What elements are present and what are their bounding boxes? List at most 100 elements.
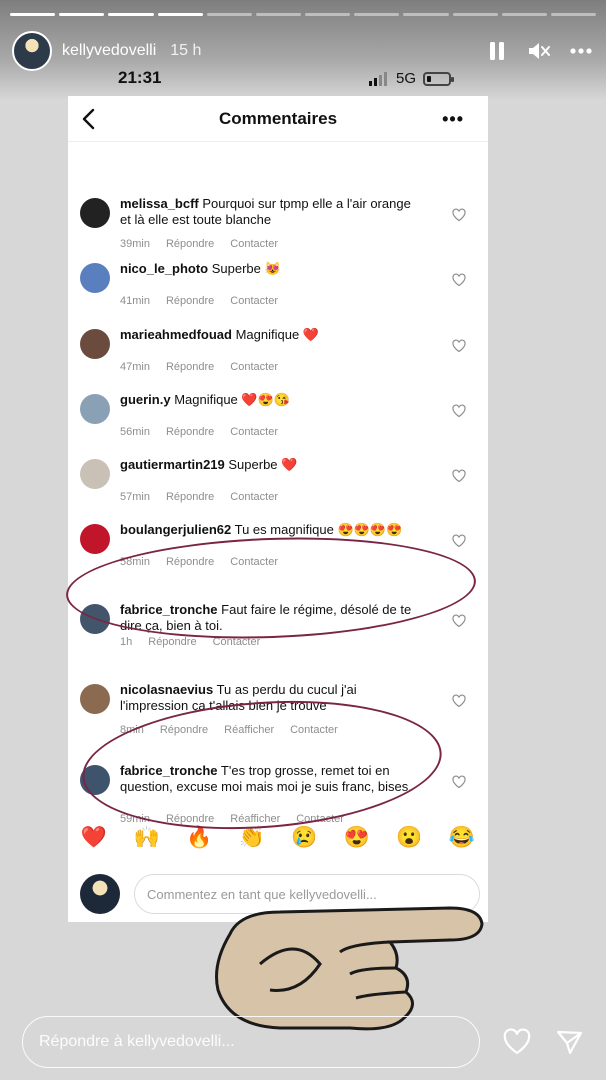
comment-avatar[interactable]	[80, 329, 110, 359]
phone-status-bar: 21:31 5G	[0, 66, 606, 92]
comment-meta: 8min Répondre Réafficher Contacter	[120, 724, 338, 736]
comment-body: Tu es magnifique 😍😍😍😍	[231, 522, 403, 537]
comment-action-contacter[interactable]: Contacter	[230, 295, 278, 307]
comment-action-repondre[interactable]: Répondre	[166, 238, 214, 250]
signal-icon	[369, 72, 387, 86]
like-heart-icon[interactable]	[452, 534, 466, 548]
comment-avatar[interactable]	[80, 604, 110, 634]
comment-action-contacter[interactable]: Contacter	[230, 361, 278, 373]
comment-composer	[80, 872, 480, 916]
like-heart-icon[interactable]	[452, 339, 466, 353]
like-heart-icon[interactable]	[452, 404, 466, 418]
reaction-emoji[interactable]: 😂	[448, 826, 476, 850]
reaction-emoji[interactable]: 🔥	[185, 826, 213, 850]
reaction-emoji[interactable]: ❤️	[80, 826, 108, 850]
like-heart-icon[interactable]	[452, 694, 466, 708]
comment-time: 47min	[120, 361, 150, 373]
like-heart-icon[interactable]	[452, 469, 466, 483]
comment-text: melissa_bcff Pourquoi sur tpmp elle a l'…	[120, 196, 420, 228]
reply-actions	[502, 1027, 584, 1057]
pause-icon[interactable]	[486, 40, 508, 62]
comment-username[interactable]: marieahmedfouad	[120, 327, 232, 342]
reaction-emoji[interactable]: 👏	[238, 826, 266, 850]
comment-username[interactable]: melissa_bcff	[120, 196, 199, 211]
progress-segment	[59, 13, 105, 16]
network-label: 5G	[396, 70, 417, 87]
reaction-emoji[interactable]: 😍	[343, 826, 371, 850]
reaction-emoji[interactable]: 🙌	[133, 826, 161, 850]
comment-action-contacter[interactable]: Contacter	[290, 724, 338, 736]
quick-reactions: ❤️ 🙌 🔥 👏 😢 😍 😮 😂	[68, 826, 488, 850]
more-icon[interactable]: •••	[442, 109, 464, 130]
comment-avatar[interactable]	[80, 684, 110, 714]
comment-text: nico_le_photo Superbe 😻	[120, 261, 420, 277]
progress-segment	[550, 13, 597, 16]
comment-action-contacter[interactable]: Contacter	[213, 636, 261, 648]
story-username[interactable]: kellyvedovelli	[62, 42, 156, 60]
comment-avatar[interactable]	[80, 524, 110, 554]
mute-icon[interactable]	[528, 40, 550, 62]
reply-input[interactable]	[22, 1016, 480, 1068]
comment-action-contacter[interactable]: Contacter	[230, 238, 278, 250]
comment-avatar[interactable]	[80, 263, 110, 293]
comment-action-repondre[interactable]: Répondre	[166, 556, 214, 568]
like-heart-icon[interactable]	[452, 775, 466, 789]
comment-action-repondre[interactable]: Répondre	[166, 295, 214, 307]
like-heart-icon[interactable]	[452, 208, 466, 222]
comment-time: 41min	[120, 295, 150, 307]
comment-time: 1h	[120, 636, 133, 648]
comment-username[interactable]: guerin.y	[120, 392, 171, 407]
comment-row: boulangerjulien62 Tu es magnifique 😍😍😍😍 5…	[68, 520, 488, 600]
comment-time: 56min	[120, 426, 150, 438]
comment-action-contacter[interactable]: Contacter	[230, 556, 278, 568]
comment-action-reafficher[interactable]: Réafficher	[230, 813, 280, 825]
back-arrow-icon[interactable]	[80, 108, 100, 130]
comment-username[interactable]: nicolasnaevius	[120, 682, 213, 697]
heart-icon[interactable]	[502, 1027, 532, 1057]
comment-avatar[interactable]	[80, 765, 110, 795]
comment-username[interactable]: nico_le_photo	[120, 261, 208, 276]
comment-input[interactable]	[134, 874, 480, 914]
comment-username[interactable]: boulangerjulien62	[120, 522, 231, 537]
comment-action-repondre[interactable]: Répondre	[166, 426, 214, 438]
comment-action-contacter[interactable]: Contacter	[230, 491, 278, 503]
reaction-emoji[interactable]: 😢	[290, 826, 318, 850]
comment-time: 57min	[120, 491, 150, 503]
progress-segment	[354, 13, 400, 16]
story-reply-bar	[22, 1016, 592, 1068]
comment-username[interactable]: fabrice_tronche	[120, 602, 218, 617]
comment-action-contacter[interactable]: Contacter	[230, 426, 278, 438]
comment-text: guerin.y Magnifique ❤️😍😘	[120, 392, 420, 408]
comment-action-repondre[interactable]: Répondre	[160, 724, 208, 736]
comment-meta: 56min Répondre Contacter	[120, 426, 278, 438]
comment-action-reafficher[interactable]: Réafficher	[224, 724, 274, 736]
comment-action-repondre[interactable]: Répondre	[166, 361, 214, 373]
comment-text: nicolasnaevius Tu as perdu du cucul j'ai…	[120, 682, 420, 714]
like-heart-icon[interactable]	[452, 273, 466, 287]
comment-avatar[interactable]	[80, 459, 110, 489]
comment-action-repondre[interactable]: Répondre	[166, 813, 214, 825]
comment-avatar[interactable]	[80, 394, 110, 424]
reaction-emoji[interactable]: 😮	[395, 826, 423, 850]
comment-meta: 47min Répondre Contacter	[120, 361, 278, 373]
battery-icon	[423, 72, 454, 86]
comment-action-contacter[interactable]: Contacter	[296, 813, 344, 825]
send-icon[interactable]	[554, 1027, 584, 1057]
signal-bar	[379, 75, 382, 86]
like-heart-icon[interactable]	[452, 614, 466, 628]
comment-action-repondre[interactable]: Répondre	[148, 636, 196, 648]
my-avatar	[80, 874, 120, 914]
comment-action-repondre[interactable]: Répondre	[166, 491, 214, 503]
comment-body: Magnifique ❤️😍😘	[170, 392, 290, 407]
comment-row: nicolasnaevius Tu as perdu du cucul j'ai…	[68, 680, 488, 760]
progress-segment	[10, 13, 56, 16]
comment-meta: 1h Répondre Contacter	[120, 636, 260, 648]
story-avatar[interactable]	[12, 31, 52, 71]
story-time-ago: 15 h	[170, 42, 202, 59]
progress-segment	[206, 13, 252, 16]
comment-username[interactable]: fabrice_tronche	[120, 763, 218, 778]
comment-avatar[interactable]	[80, 198, 110, 228]
comment-text: marieahmedfouad Magnifique ❤️	[120, 327, 420, 343]
more-options-icon[interactable]	[570, 40, 592, 62]
comment-username[interactable]: gautiermartin219	[120, 457, 225, 472]
